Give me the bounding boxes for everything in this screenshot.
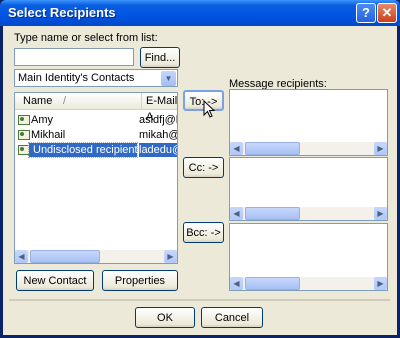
column-header-name[interactable]: Name / [15,93,142,110]
window-title: Select Recipients [8,5,116,20]
contact-row[interactable]: Amy asldfj@lj [15,113,177,127]
contact-card-icon [18,130,30,140]
scroll-left-icon[interactable]: ◀ [15,250,28,263]
mouse-cursor-icon [203,100,215,118]
scroll-left-icon[interactable]: ◀ [230,277,243,290]
dialog-body: Type name or select from list: Find... M… [3,26,397,335]
to-scrollbar[interactable]: ◀ ▶ [230,142,387,155]
contact-name: Amy [31,114,53,126]
properties-button[interactable]: Properties [102,270,178,291]
chevron-down-icon[interactable]: ▼ [161,71,176,86]
scroll-right-icon[interactable]: ▶ [374,207,387,220]
sort-icon: / [63,95,67,107]
scroll-right-icon[interactable]: ▶ [374,277,387,290]
contacts-scrollbar[interactable]: ◀ ▶ [15,250,177,263]
cc-button[interactable]: Cc: -> [183,157,224,178]
contact-row[interactable]: Mikhail mikah@ [15,128,177,142]
contacts-list[interactable]: Name / E-Mail A Amy asldfj@lj Mikhail mi… [14,92,178,264]
scroll-thumb[interactable] [245,277,300,290]
contact-name: Undisclosed recipients [28,142,143,158]
to-recipients-list[interactable]: ◀ ▶ [229,89,388,156]
ok-button[interactable]: OK [135,307,195,328]
separator [9,299,390,301]
contact-email: mikah@ [139,129,178,141]
address-book-value: Main Identity's Contacts [18,72,135,84]
scroll-thumb[interactable] [30,250,100,263]
search-label: Type name or select from list: [14,32,158,44]
bcc-recipients-list[interactable]: ◀ ▶ [229,223,388,291]
find-button[interactable]: Find... [140,47,180,68]
column-header-email[interactable]: E-Mail A [142,93,177,123]
contact-card-icon [18,115,30,125]
cancel-button[interactable]: Cancel [201,307,263,328]
scroll-right-icon[interactable]: ▶ [374,142,387,155]
cc-scrollbar[interactable]: ◀ ▶ [230,207,387,220]
scroll-left-icon[interactable]: ◀ [230,142,243,155]
contact-row-selected[interactable]: Undisclosed recipients ladedu@ [15,142,177,158]
new-contact-button[interactable]: New Contact [16,270,94,291]
search-input[interactable] [14,48,134,66]
title-bar: Select Recipients ? ✕ [0,0,400,26]
scroll-left-icon[interactable]: ◀ [230,207,243,220]
address-book-select[interactable]: Main Identity's Contacts ▼ [14,69,178,87]
column-header-name-label: Name [23,95,53,107]
cc-recipients-list[interactable]: ◀ ▶ [229,157,388,221]
bcc-button[interactable]: Bcc: -> [183,222,224,243]
contact-email: ladedu@ [139,143,177,157]
select-recipients-dialog: Select Recipients ? ✕ Type name or selec… [0,0,400,338]
contact-email: asldfj@lj [139,114,178,126]
contact-name: Mikhail [31,129,66,141]
bcc-scrollbar[interactable]: ◀ ▶ [230,277,387,290]
help-button[interactable]: ? [356,3,376,23]
scroll-right-icon[interactable]: ▶ [164,250,177,263]
scroll-thumb[interactable] [245,142,300,155]
close-button[interactable]: ✕ [377,3,397,23]
scroll-thumb[interactable] [245,207,300,220]
